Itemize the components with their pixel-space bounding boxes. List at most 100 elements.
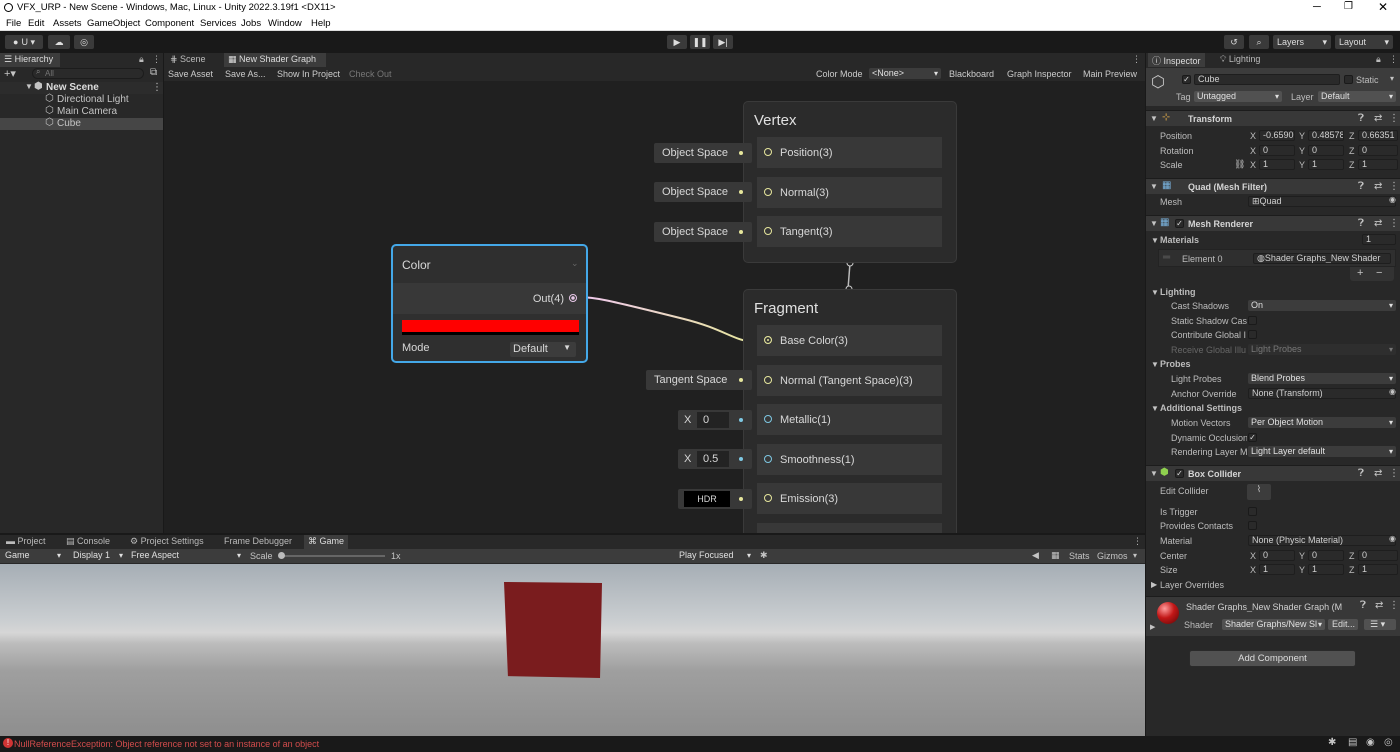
shader-dropdown[interactable]: Shader Graphs/New Sl xyxy=(1222,619,1325,630)
color-node[interactable]: Color ⌄ Out(4) Mode Default ▼ xyxy=(391,244,588,363)
object-picker-icon[interactable]: ◉ xyxy=(1389,195,1396,204)
mesh-renderer-enabled-checkbox[interactable]: ✓ xyxy=(1175,219,1184,228)
port-icon[interactable] xyxy=(764,188,772,196)
center-y-input[interactable]: 0 xyxy=(1308,550,1344,561)
slot-position[interactable]: Position(3) xyxy=(757,137,942,168)
bug-status-icon[interactable]: ✱ xyxy=(1328,737,1336,748)
lock-icon[interactable]: 🔒︎ xyxy=(1376,54,1381,65)
active-checkbox[interactable]: ✓ xyxy=(1182,75,1191,84)
game-viewport[interactable] xyxy=(0,564,1145,736)
foldout-icon[interactable]: ▼ xyxy=(1150,182,1158,191)
tab-game[interactable]: ⌘ Game xyxy=(304,535,349,549)
output-port-icon[interactable] xyxy=(569,294,577,302)
light-probes-dropdown[interactable]: Blend Probes xyxy=(1248,373,1396,384)
object-picker-icon[interactable]: ◉ xyxy=(1389,387,1396,396)
smoothness-value[interactable]: 0.5 xyxy=(697,451,729,467)
port-icon[interactable] xyxy=(764,455,772,463)
help-icon[interactable]: ❓︎ xyxy=(1360,600,1366,611)
menu-component[interactable]: Component xyxy=(145,18,194,29)
metallic-value[interactable]: 0 xyxy=(697,412,729,428)
collab-button[interactable]: ◎ xyxy=(74,35,94,49)
center-z-input[interactable]: 0 xyxy=(1358,550,1398,561)
menu-assets[interactable]: Assets xyxy=(53,18,82,29)
scale-y-input[interactable]: 1 xyxy=(1308,159,1344,170)
bottom-more-icon[interactable]: ⋮ xyxy=(1133,536,1142,547)
shader-edit-button[interactable]: Edit... xyxy=(1328,619,1358,630)
help-icon[interactable]: ❓︎ xyxy=(1358,468,1364,479)
static-dropdown-icon[interactable]: ▾ xyxy=(1390,74,1394,83)
material-foldout-icon[interactable]: ▶ xyxy=(1150,623,1155,631)
layer-overrides-foldout-icon[interactable]: ▶ xyxy=(1151,580,1157,589)
step-button[interactable]: ▶| xyxy=(713,35,733,49)
normal-space-input[interactable]: Object Space xyxy=(654,182,752,202)
account-button[interactable]: ● U ▾ xyxy=(5,35,43,49)
static-checkbox[interactable] xyxy=(1344,75,1353,84)
search-button[interactable]: ⌕ xyxy=(1249,35,1269,49)
add-element-button[interactable]: + xyxy=(1357,267,1363,279)
mesh-renderer-header[interactable]: ▼ ▦ ✓ Mesh Renderer ❓︎ ⇄ ⋮ xyxy=(1146,215,1400,231)
scale-x-input[interactable]: 1 xyxy=(1259,159,1295,170)
slot-base-color[interactable]: Base Color(3) xyxy=(757,325,942,356)
component-menu-icon[interactable]: ⋮ xyxy=(1389,218,1399,229)
foldout-icon[interactable]: ▼ xyxy=(1150,114,1158,123)
preset-icon[interactable]: ⇄ xyxy=(1374,181,1382,192)
foldout-icon[interactable]: ▼ xyxy=(1150,219,1158,228)
preset-icon[interactable]: ⇄ xyxy=(1375,600,1383,611)
port-icon[interactable] xyxy=(764,336,772,344)
display-dropdown[interactable]: Display 1 xyxy=(70,550,126,561)
provides-contacts-checkbox[interactable] xyxy=(1248,521,1257,530)
anchor-override-field[interactable]: None (Transform) xyxy=(1248,388,1396,399)
maximize-button[interactable]: ❐ xyxy=(1344,1,1353,12)
slot-emission[interactable]: Emission(3) xyxy=(757,483,942,514)
preset-icon[interactable]: ⇄ xyxy=(1374,468,1382,479)
close-button[interactable]: ✕ xyxy=(1378,0,1388,14)
collapse-icon[interactable]: ⌄ xyxy=(571,258,579,269)
more-icon[interactable]: ⋮ xyxy=(152,54,161,65)
center-x-input[interactable]: 0 xyxy=(1259,550,1295,561)
gizmos-button[interactable]: Gizmos xyxy=(1097,551,1128,561)
slot-smoothness[interactable]: Smoothness(1) xyxy=(757,444,942,475)
menu-window[interactable]: Window xyxy=(268,18,302,29)
size-x-input[interactable]: 1 xyxy=(1259,564,1295,575)
position-space-input[interactable]: Object Space xyxy=(654,143,752,163)
list-item-selected[interactable]: ⬡ Cube xyxy=(0,117,163,130)
more-icon[interactable]: ⋮ xyxy=(1389,54,1398,65)
help-icon[interactable]: ❓︎ xyxy=(1358,113,1364,124)
position-x-input[interactable]: -0.6590 xyxy=(1259,130,1295,141)
position-y-input[interactable]: 0.48578 xyxy=(1308,130,1344,141)
layout-dropdown[interactable]: Layout ▾ xyxy=(1335,35,1393,49)
menu-jobs[interactable]: Jobs xyxy=(241,18,261,29)
keyboard-icon[interactable]: ▦ xyxy=(1051,550,1060,561)
tab-inspector[interactable]: ⓘ Inspector xyxy=(1148,53,1205,67)
static-shadow-checkbox[interactable] xyxy=(1248,316,1257,325)
rotation-x-input[interactable]: 0 xyxy=(1259,145,1295,156)
error-message[interactable]: NullReferenceException: Object reference… xyxy=(14,739,319,749)
transform-header[interactable]: ▼ ⊹ Transform ❓︎ ⇄ ⋮ xyxy=(1146,110,1400,126)
rotation-y-input[interactable]: 0 xyxy=(1308,145,1344,156)
collider-material-field[interactable]: None (Physic Material) xyxy=(1248,535,1396,546)
tab-frame-debugger[interactable]: Frame Debugger xyxy=(220,535,296,549)
menu-file[interactable]: File xyxy=(6,18,21,29)
hierarchy-scene-row[interactable]: ▼ ⬢ New Scene ⋮ xyxy=(0,81,163,94)
target-icon[interactable]: ◉ xyxy=(1366,737,1375,748)
materials-count-input[interactable]: 1 xyxy=(1362,234,1396,245)
progress-icon[interactable]: ▤ xyxy=(1348,737,1357,748)
tab-project[interactable]: ▬ Project xyxy=(2,535,50,549)
remove-element-button[interactable]: − xyxy=(1376,267,1382,279)
element-0-field[interactable]: ◍Shader Graphs_New Shader xyxy=(1253,253,1391,264)
rendering-layer-dropdown[interactable]: Light Layer default xyxy=(1248,446,1396,457)
gizmos-dropdown-icon[interactable]: ▾ xyxy=(1133,551,1137,560)
component-menu-icon[interactable]: ⋮ xyxy=(1389,468,1399,479)
layer-dropdown[interactable]: Default xyxy=(1318,91,1396,102)
scale-slider[interactable] xyxy=(278,552,385,559)
scene-menu-icon[interactable]: ⋮ xyxy=(152,82,162,93)
mesh-filter-header[interactable]: ▼ ▦ Quad (Mesh Filter) ❓︎ ⇄ ⋮ xyxy=(1146,178,1400,194)
add-component-button[interactable]: Add Component xyxy=(1189,650,1356,667)
hdr-color-swatch[interactable]: HDR xyxy=(684,491,730,507)
emission-input[interactable]: HDR xyxy=(678,489,752,509)
bug-icon[interactable]: ✱ xyxy=(760,550,768,561)
dynamic-occlusion-checkbox[interactable]: ✓ xyxy=(1248,433,1257,442)
rotation-z-input[interactable]: 0 xyxy=(1358,145,1398,156)
port-icon[interactable] xyxy=(764,227,772,235)
normal-tangent-space-input[interactable]: Tangent Space xyxy=(646,370,752,390)
